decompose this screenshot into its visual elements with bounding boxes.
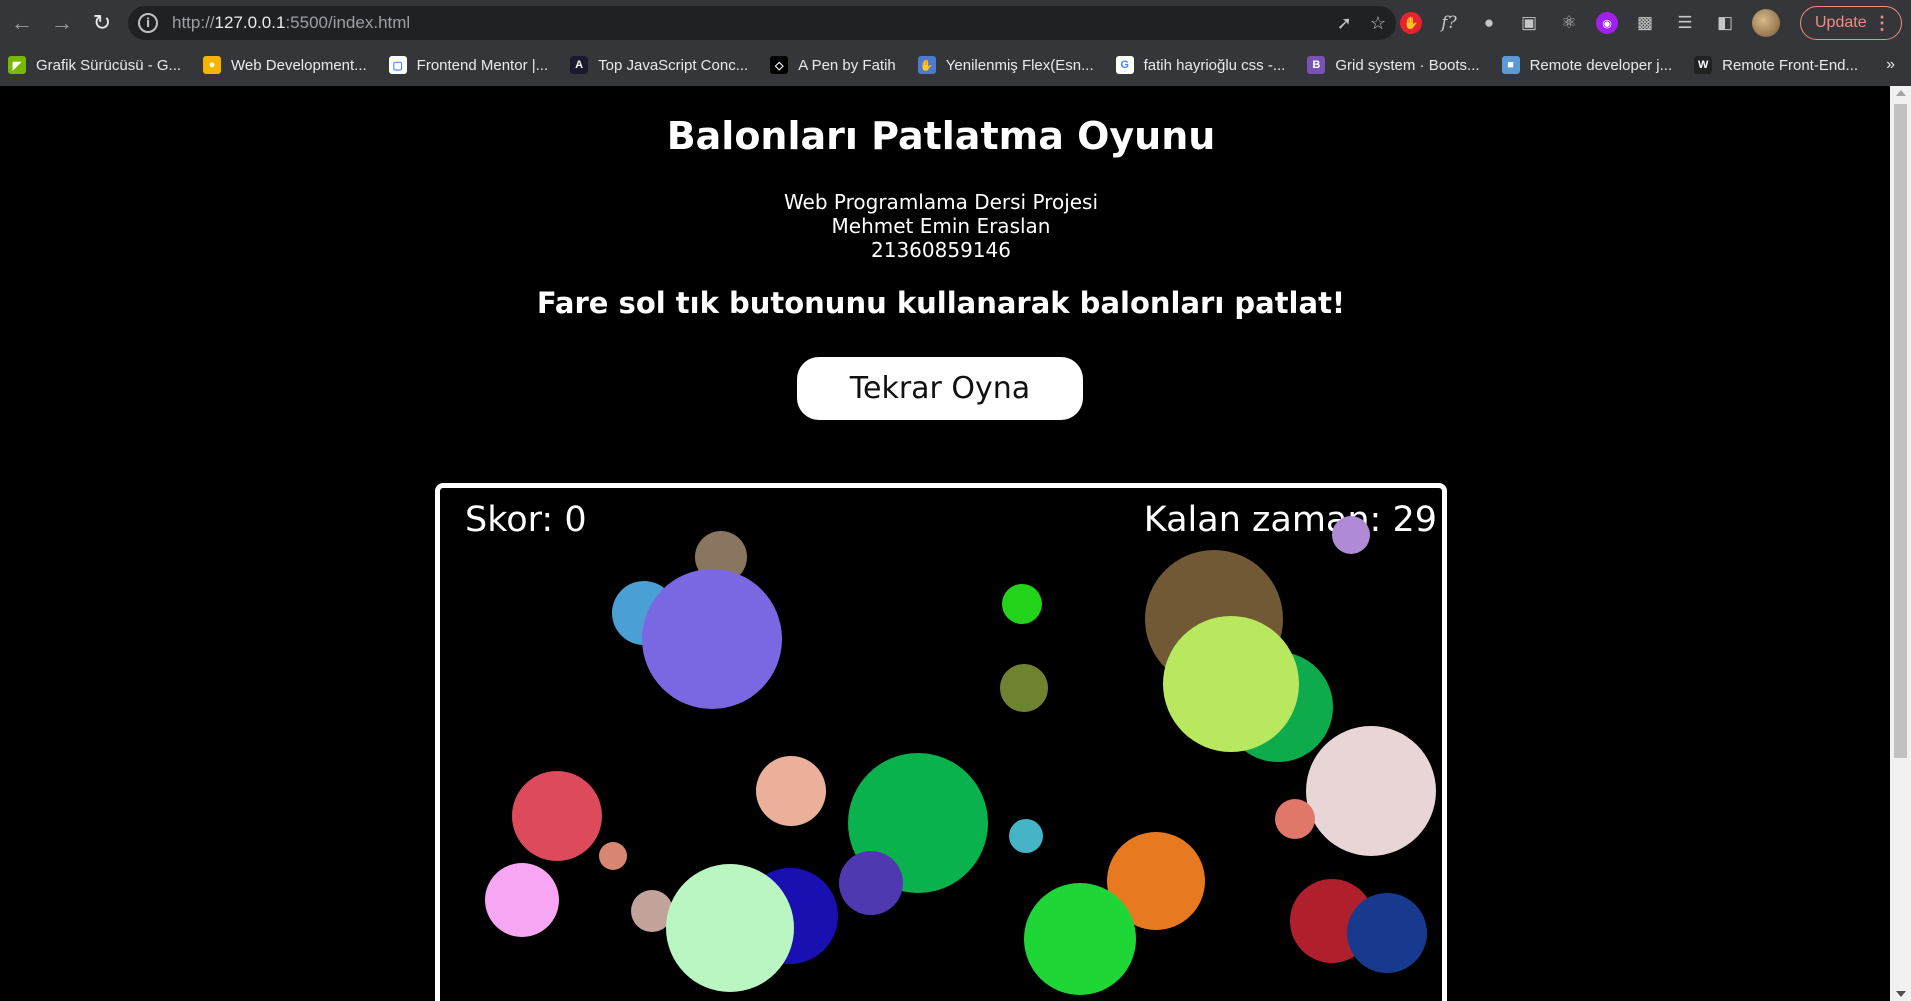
balloon[interactable] [1163,616,1299,752]
bookmark-item[interactable]: ■ Remote developer j... [1501,56,1673,74]
balloon[interactable] [1002,584,1042,624]
bookmark-item[interactable]: ✋ Yenilenmiş Flex(Esn... [917,56,1094,74]
extensions-puzzle-icon[interactable]: ▩ [1632,10,1658,36]
angular-icon: A [570,56,589,74]
frontend-mentor-icon: ▢ [388,56,407,74]
bookmark-label: Yenilenmiş Flex(Esn... [945,56,1094,74]
url-text[interactable]: http://127.0.0.1:5500/index.html [172,13,410,33]
extension-react-icon[interactable]: ⚛ [1556,10,1582,36]
time-remaining-display: Kalan zaman: 29 [1143,500,1437,540]
page-scrollbar[interactable] [1890,86,1911,1001]
bookmark-label: Web Development... [231,56,367,74]
site-info-icon[interactable]: i [138,13,158,33]
game-area[interactable]: Skor: 0 Kalan zaman: 29 [435,483,1447,1001]
browser-toolbar: ← → ↻ i http://127.0.0.1:5500/index.html… [0,0,1911,46]
bookmark-item[interactable]: B Grid system · Boots... [1307,56,1480,74]
bookmark-label: A Pen by Fatih [798,56,896,74]
side-panel-icon[interactable]: ◧ [1712,10,1738,36]
bookmark-item[interactable]: ● Web Development... [203,56,367,74]
bookmarks-overflow-icon[interactable]: » [1886,48,1895,82]
nvidia-icon: ◤ [8,56,26,74]
balloon[interactable] [642,569,782,709]
bookmark-item[interactable]: ◤ Grafik Sürücüsü - G... [8,56,181,74]
bookmark-label: Top JavaScript Conc... [598,56,749,74]
remote-icon: ■ [1501,56,1520,74]
bookmark-item[interactable]: Gfatih hayrioğlu css -... [1115,56,1286,74]
browser-chrome: ← → ↻ i http://127.0.0.1:5500/index.html… [0,0,1911,86]
balloon[interactable] [756,756,826,826]
back-icon[interactable]: ← [2,5,42,41]
extension-hand-icon[interactable]: ✋ [1400,12,1422,34]
balloon[interactable] [1306,726,1436,856]
bookmark-label: Remote developer j... [1529,56,1673,74]
extension-camera-icon[interactable]: ▣ [1516,10,1542,36]
bootstrap-icon: B [1307,56,1326,74]
update-button[interactable]: Update ⋮ [1800,6,1902,40]
balloon[interactable] [1275,799,1315,839]
balloon[interactable] [512,771,602,861]
bookmark-label: fatih hayrioğlu css -... [1143,56,1286,74]
scroll-up-arrow-icon[interactable] [1896,90,1906,96]
balloon[interactable] [1024,883,1136,995]
bookmark-item[interactable]: W Remote Front-End... [1694,56,1858,74]
forward-icon[interactable]: → [42,5,82,41]
extension-dropper-icon[interactable]: ● [1476,10,1502,36]
balloon[interactable] [1009,819,1043,853]
kebab-menu-icon[interactable]: ⋮ [1873,13,1891,34]
bookmarks-bar: ◤ Grafik Sürücüsü - G... ● Web Development.… [0,48,1911,82]
scroll-down-arrow-icon[interactable] [1896,991,1906,997]
codepen-icon: ◇ [770,56,789,74]
bookmark-label: Grid system · Boots... [1335,56,1480,74]
scroll-thumb[interactable] [1894,104,1907,758]
balloon[interactable] [1347,893,1427,973]
bookmark-label: Frontend Mentor |... [416,56,549,74]
wwr-icon: W [1694,56,1713,74]
author-name: Mehmet Emin Eraslan [831,214,1051,238]
bookmark-star-icon[interactable]: ☆ [1370,13,1386,34]
bookmark-item[interactable]: A Top JavaScript Conc... [570,56,748,74]
balloon[interactable] [839,851,903,915]
web-dev-icon: ● [203,56,222,74]
hand-icon: ✋ [917,56,936,74]
profile-avatar[interactable] [1752,9,1780,37]
game-instruction: Fare sol tık butonunu kullanarak balonla… [536,286,1346,320]
balloon[interactable] [666,864,794,992]
balloon[interactable] [1000,664,1048,712]
bookmark-item[interactable]: ◇ A Pen by Fatih [770,56,896,74]
media-queue-icon[interactable]: ☰ [1672,10,1698,36]
bookmark-item[interactable]: ▢ Frontend Mentor |... [388,56,549,74]
page-content: Balonları Patlatma Oyunu Web Programlama… [0,86,1890,1001]
share-icon[interactable]: ➚ [1337,13,1352,34]
update-label: Update [1815,14,1867,31]
course-name: Web Programlama Dersi Projesi [783,190,1099,214]
bookmark-label: Grafik Sürücüsü - G... [36,56,182,74]
extension-purple-icon[interactable]: ◉ [1596,12,1618,34]
replay-button[interactable]: Tekrar Oyna [797,357,1083,420]
bookmark-label: Remote Front-End... [1722,56,1859,74]
google-icon: G [1115,56,1134,74]
score-display: Skor: 0 [465,500,587,540]
balloon[interactable] [599,842,627,870]
page-title: Balonları Patlatma Oyunu [666,114,1216,158]
project-info: Web Programlama Dersi Projesi Mehmet Emi… [0,190,1882,262]
address-bar[interactable]: i http://127.0.0.1:5500/index.html ➚ ☆ [128,6,1396,40]
balloon[interactable] [485,863,559,937]
extension-fonts-icon[interactable]: f? [1436,10,1462,36]
balloon[interactable] [1332,516,1370,554]
reload-icon[interactable]: ↻ [82,5,122,41]
student-id: 21360859146 [871,238,1011,262]
